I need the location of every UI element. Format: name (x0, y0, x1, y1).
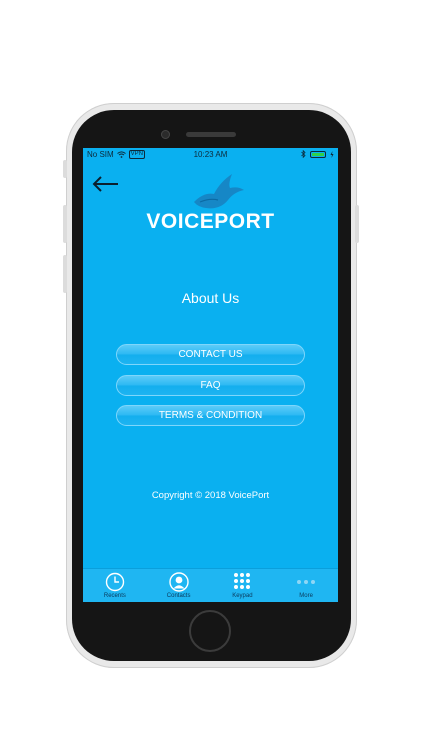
charging-icon (330, 150, 334, 158)
tab-keypad[interactable]: Keypad (211, 569, 275, 602)
tab-more[interactable]: More (274, 569, 338, 602)
silent-switch (63, 160, 67, 178)
tab-recents-label: Recents (103, 593, 126, 599)
logo-wordmark: VOICEPORT (146, 210, 275, 233)
status-time: 10:23 AM (193, 150, 228, 159)
tab-recents[interactable]: Recents (83, 569, 147, 602)
app-screen: No SIM VPN 10:23 AM VOICEPORT About Us C… (83, 148, 338, 602)
volume-up-button (63, 205, 67, 243)
clock-icon (105, 572, 125, 592)
person-icon (168, 572, 189, 592)
bluetooth-icon (301, 150, 306, 158)
keypad-icon (234, 573, 251, 589)
home-button[interactable] (189, 610, 231, 652)
contact-us-button[interactable]: CONTACT US (116, 344, 305, 365)
back-arrow-icon[interactable] (91, 174, 121, 194)
tab-keypad-label: Keypad (232, 593, 253, 599)
camera-icon (161, 130, 170, 139)
tab-more-label: More (299, 593, 313, 599)
copyright-text: Copyright © 2018 VoicePort (151, 490, 270, 501)
more-icon (297, 580, 316, 584)
tab-contacts[interactable]: Contacts (147, 569, 211, 602)
battery-icon (310, 150, 326, 158)
page-title: About Us (181, 290, 240, 306)
terms-button[interactable]: TERMS & CONDITION (116, 405, 305, 426)
power-button (355, 205, 359, 243)
faq-button[interactable]: FAQ (116, 375, 305, 396)
tab-bar: Recents Contacts Keypad More (83, 568, 338, 602)
speaker-grille (186, 132, 236, 137)
volume-down-button (63, 255, 67, 293)
bird-logo-icon (194, 174, 244, 209)
status-bar: No SIM VPN 10:23 AM (83, 148, 338, 162)
tab-contacts-label: Contacts (166, 593, 191, 599)
